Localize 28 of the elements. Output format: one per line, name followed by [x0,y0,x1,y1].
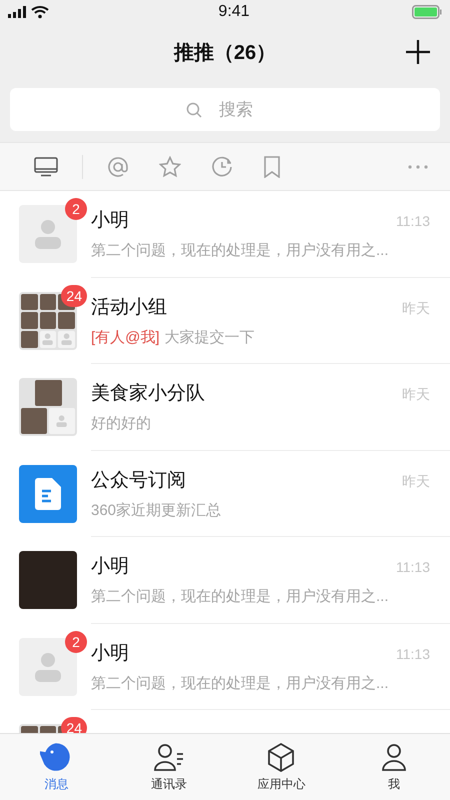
message-time: 11:13 [396,213,430,230]
message-preview: 第二个问题，现在的处理是，用户没有用之... [91,587,389,606]
tab-bar-item[interactable]: 应用中心 [225,734,338,800]
message-time: 11:13 [396,559,430,576]
status-time: 9:41 [218,3,250,21]
page-title: 推推（26） [174,40,276,66]
message-time: 昨天 [402,472,430,491]
message-preview: 第二个问题，现在的处理是，用户没有用之... [91,674,389,693]
unread-badge: 24 [61,284,87,307]
contact-name: 小明 [91,555,129,580]
mention-tag: [有人@我] [91,328,160,347]
message-time: 昨天 [402,386,430,404]
contact-name: 公众号订阅 [91,468,186,493]
contact-name: 美食家小分队 [91,382,205,406]
unread-badge: 2 [65,198,87,220]
message-preview: 大家提交一下 [164,328,255,347]
message-time: 11:13 [396,646,430,662]
message-preview: 第二个问题，现在的处理是，用户没有用之... [91,241,389,260]
tab-bar-item[interactable]: 通讯录 [112,734,225,800]
unread-badge: 2 [65,630,87,653]
message-preview: 360家近期更新汇总 [91,500,222,520]
tab-bar-item[interactable]: 我 [338,734,450,800]
message-time: 昨天 [402,300,430,318]
contact-name: 小明 [91,209,129,234]
search-field[interactable]: 搜索 [10,88,440,131]
contact-name: 小明 [91,642,129,666]
contact-name: 活动小组 [91,296,167,320]
message-preview: 好的好的 [91,414,151,434]
